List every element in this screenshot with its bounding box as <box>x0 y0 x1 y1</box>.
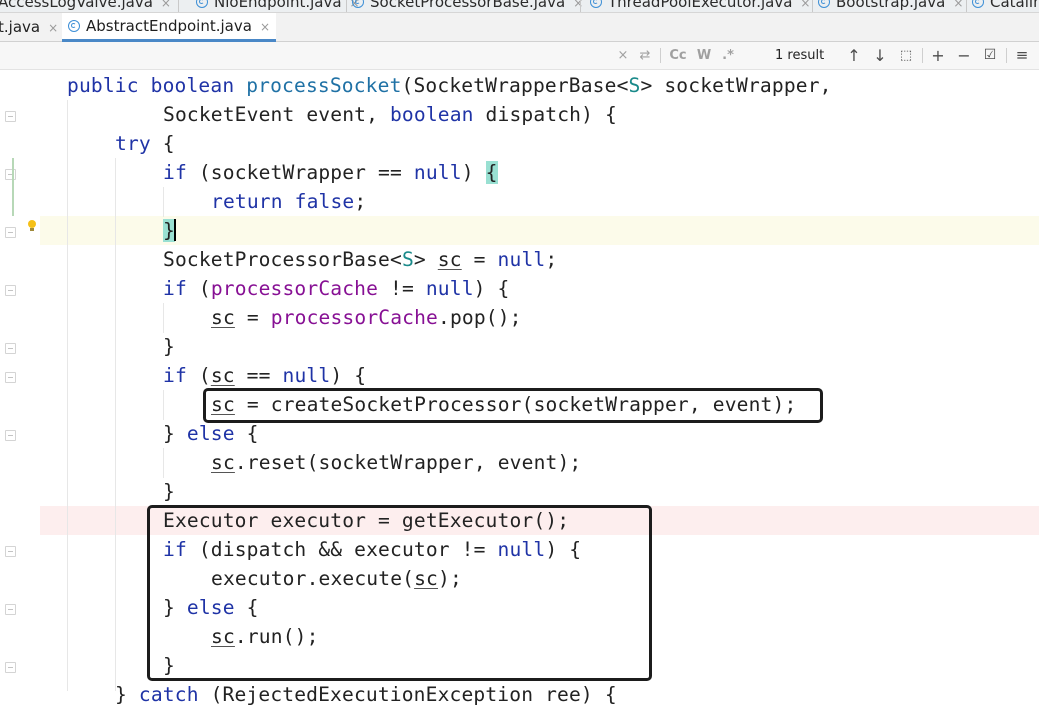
indent-guide <box>67 100 68 691</box>
fold-marker-icon[interactable] <box>5 343 16 354</box>
annotation-box-create-processor <box>203 388 823 423</box>
close-icon[interactable]: × <box>260 20 270 34</box>
tab-abstractendpoint[interactable]: AbstractEndpoint.java × <box>62 13 276 42</box>
close-icon[interactable]: × <box>800 0 810 10</box>
match-case-toggle[interactable]: Cc <box>668 46 688 65</box>
code-line: SocketEvent event, boolean dispatch) { <box>163 103 617 126</box>
code-line: if (sc == null) { <box>163 364 367 387</box>
tab-divider <box>812 0 813 12</box>
class-icon <box>68 20 80 32</box>
tab-divider <box>178 0 179 12</box>
search-result-count: 1 result <box>775 48 825 63</box>
previous-occurrence-icon[interactable]: ↑ <box>846 46 862 65</box>
toggle-selection-icon[interactable]: ☑ <box>982 46 998 65</box>
regex-toggle[interactable]: .* <box>720 46 736 65</box>
toolbar-divider <box>1006 48 1007 63</box>
tab-divider <box>580 0 581 12</box>
remove-selection-icon[interactable]: − <box>956 46 972 65</box>
fold-marker-icon[interactable] <box>5 227 16 238</box>
code-line: } catch (RejectedExecutionException ree)… <box>115 683 617 706</box>
indent-guide <box>163 187 164 217</box>
type-parameter: S <box>628 74 641 97</box>
editor-gutter <box>0 70 40 691</box>
fold-marker-icon[interactable] <box>5 169 16 180</box>
tab-catalina[interactable]: Catalin <box>972 0 1039 12</box>
fold-marker-icon[interactable] <box>5 372 16 383</box>
close-icon[interactable]: × <box>573 0 583 10</box>
indent-guide <box>163 448 164 478</box>
toolbar-divider <box>922 48 923 63</box>
code-line: sc = processorCache.pop(); <box>211 306 522 329</box>
code-line: } <box>163 335 175 358</box>
close-icon[interactable]: × <box>953 0 963 10</box>
close-icon[interactable]: × <box>161 0 171 10</box>
current-line-highlight <box>40 216 1039 245</box>
code-line-current: } <box>163 216 176 245</box>
indent-guide <box>115 158 116 691</box>
fold-marker-icon[interactable] <box>5 285 16 296</box>
toolbar-divider <box>660 48 661 63</box>
fold-marker-icon[interactable] <box>5 430 16 441</box>
tab-socketprocessorbase[interactable]: SocketProcessorBase.java × <box>352 0 583 12</box>
fold-marker-icon[interactable] <box>5 662 16 673</box>
code-line: try { <box>115 132 175 155</box>
tab-threadpoolexecutor[interactable]: ThreadPoolExecutor.java × <box>590 0 810 12</box>
class-icon <box>590 0 602 8</box>
code-line: return false; <box>211 190 367 213</box>
indent-guide <box>163 303 164 333</box>
editor-tab-row-bottom: t.java × AbstractEndpoint.java × <box>0 13 1039 42</box>
code-line: } <box>163 480 175 503</box>
whole-words-toggle[interactable]: W <box>696 46 712 65</box>
tab-accesslogvalve[interactable]: AccessLogValve.java × <box>0 0 171 12</box>
tab-partial[interactable]: t.java × <box>0 13 64 41</box>
clear-search-icon[interactable]: × <box>616 46 630 65</box>
code-line: sc.reset(socketWrapper, event); <box>211 451 582 474</box>
code-line: if (socketWrapper == null) { <box>163 161 498 184</box>
tab-divider <box>966 0 967 12</box>
class-icon <box>352 0 364 8</box>
code-editor[interactable]: public boolean processSocket(SocketWrapp… <box>0 70 1039 706</box>
code-line: if (processorCache != null) { <box>163 277 510 300</box>
code-line: public boolean processSocket(SocketWrapp… <box>67 74 832 97</box>
text-caret <box>173 219 176 241</box>
method-name: processSocket <box>246 74 402 97</box>
annotation-box-executor-dispatch <box>147 505 652 681</box>
keyword-public: public <box>67 74 139 97</box>
tab-divider <box>346 0 347 12</box>
code-line: } else { <box>163 422 259 445</box>
next-occurrence-icon[interactable]: ↓ <box>872 46 888 65</box>
tab-bootstrap[interactable]: Bootstrap.java × <box>818 0 963 12</box>
keyword-boolean: boolean <box>150 74 235 97</box>
replace-icon[interactable]: ⇄ <box>638 46 652 65</box>
class-icon <box>818 0 830 8</box>
search-toolbar: × ⇄ Cc W .* 1 result ↑ ↓ ⬚ + − ☑ ≡ <box>0 42 1039 70</box>
code-line: SocketProcessorBase<S> sc = null; <box>163 248 558 271</box>
add-selection-icon[interactable]: + <box>930 46 946 65</box>
filter-icon[interactable]: ≡ <box>1014 46 1030 65</box>
fold-marker-icon[interactable] <box>5 111 16 122</box>
change-marker[interactable] <box>12 158 14 216</box>
select-all-occurrences-icon[interactable]: ⬚ <box>898 46 914 65</box>
lightbulb-icon[interactable] <box>27 220 37 232</box>
matched-brace: { <box>485 161 498 184</box>
fold-marker-icon[interactable] <box>5 604 16 615</box>
indent-guide <box>163 390 164 420</box>
class-icon <box>972 0 984 8</box>
fold-marker-icon[interactable] <box>5 546 16 557</box>
class-icon <box>196 0 208 8</box>
tab-nioendpoint[interactable]: NioEndpoint.java × <box>196 0 360 12</box>
editor-tab-row-top: AccessLogValve.java × NioEndpoint.java × S… <box>0 0 1039 13</box>
close-icon[interactable]: × <box>48 21 58 35</box>
